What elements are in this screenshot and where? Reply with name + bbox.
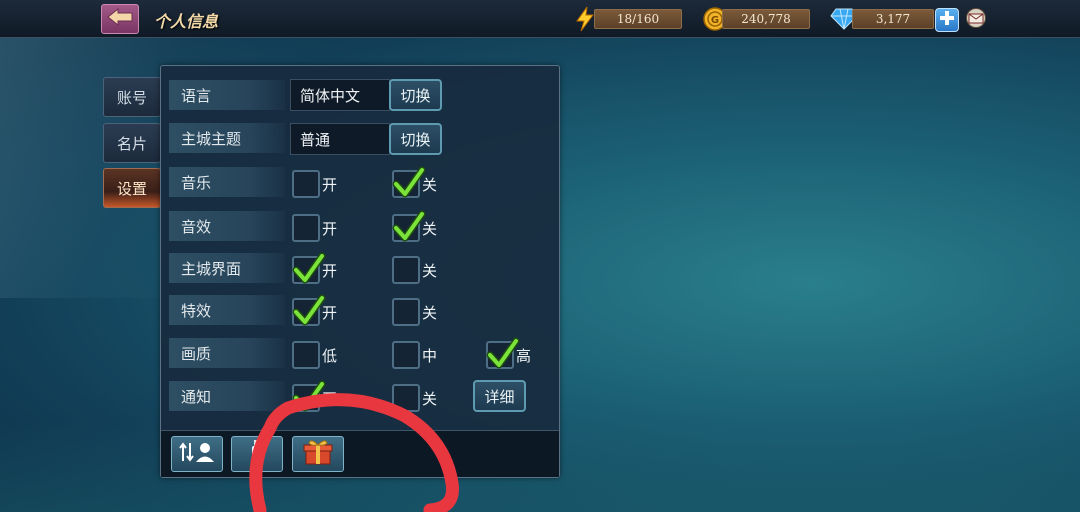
back-button[interactable]: [101, 4, 139, 34]
language-label: 语言: [169, 80, 285, 110]
checkmark-icon: [486, 337, 520, 369]
gift-button[interactable]: [292, 436, 344, 472]
page-title: 个人信息: [154, 12, 219, 31]
city-ui-on-checkbox[interactable]: [292, 252, 326, 284]
checkmark-icon: [292, 294, 326, 326]
checkmark-icon: [392, 166, 426, 198]
notify-off-checkbox[interactable]: [392, 384, 420, 412]
mail-icon: [964, 8, 988, 32]
sort-user-button[interactable]: [171, 436, 223, 472]
notify-on-checkbox[interactable]: [292, 380, 326, 412]
sort-user-icon: [177, 439, 217, 469]
tab-account[interactable]: 账号: [103, 77, 161, 117]
effects-on-label: 开: [322, 304, 338, 322]
tab-card[interactable]: 名片: [103, 123, 161, 163]
gift-icon: [303, 438, 333, 470]
effects-off-checkbox[interactable]: [392, 298, 420, 326]
language-value: 简体中文: [290, 79, 390, 111]
bottle-button[interactable]: [231, 436, 283, 472]
quality-mid-checkbox[interactable]: [392, 341, 420, 369]
city-ui-label: 主城界面: [169, 253, 285, 283]
sfx-on-label: 开: [322, 220, 338, 238]
music-off-label: 关: [422, 176, 438, 194]
music-off-checkbox[interactable]: [392, 166, 426, 198]
quality-low-checkbox[interactable]: [292, 341, 320, 369]
quality-low-label: 低: [322, 347, 338, 365]
tab-settings[interactable]: 设置: [103, 168, 161, 208]
effects-off-label: 关: [422, 304, 438, 322]
svg-text:G: G: [711, 15, 719, 26]
sfx-label: 音效: [169, 211, 285, 241]
notify-detail-button[interactable]: 详细: [473, 380, 526, 412]
sfx-off-checkbox[interactable]: [392, 210, 426, 242]
lightning-icon: [574, 6, 596, 36]
city-ui-off-checkbox[interactable]: [392, 256, 420, 284]
sfx-on-checkbox[interactable]: [292, 214, 320, 242]
notify-off-label: 关: [422, 390, 438, 408]
effects-label: 特效: [169, 295, 285, 325]
sfx-off-label: 关: [422, 220, 438, 238]
theme-value: 普通: [290, 123, 390, 155]
theme-switch-button[interactable]: 切换: [389, 123, 442, 155]
quality-mid-label: 中: [422, 347, 438, 365]
quality-label: 画质: [169, 338, 285, 368]
plus-icon: [939, 10, 955, 30]
checkmark-icon: [292, 252, 326, 284]
bottle-icon: [247, 438, 267, 470]
back-arrow-icon: [106, 7, 134, 31]
effects-on-checkbox[interactable]: [292, 294, 326, 326]
top-bar: 个人信息 18/160 G 240,778 3,177: [0, 0, 1080, 38]
add-gems-button[interactable]: [935, 8, 959, 32]
checkmark-icon: [292, 380, 326, 412]
quality-high-checkbox[interactable]: [486, 337, 520, 369]
music-on-label: 开: [322, 176, 338, 194]
music-on-checkbox[interactable]: [292, 170, 320, 198]
checkmark-icon: [392, 210, 426, 242]
city-ui-off-label: 关: [422, 262, 438, 280]
music-label: 音乐: [169, 167, 285, 197]
gems-counter: 3,177: [852, 9, 934, 29]
energy-counter: 18/160: [594, 9, 682, 29]
language-switch-button[interactable]: 切换: [389, 79, 442, 111]
notify-label: 通知: [169, 381, 285, 411]
quality-high-label: 高: [516, 347, 532, 365]
theme-label: 主城主题: [169, 123, 285, 153]
city-ui-on-label: 开: [322, 262, 338, 280]
mail-button[interactable]: [964, 8, 988, 32]
gold-counter: 240,778: [722, 9, 810, 29]
notify-on-label: 开: [322, 390, 338, 408]
